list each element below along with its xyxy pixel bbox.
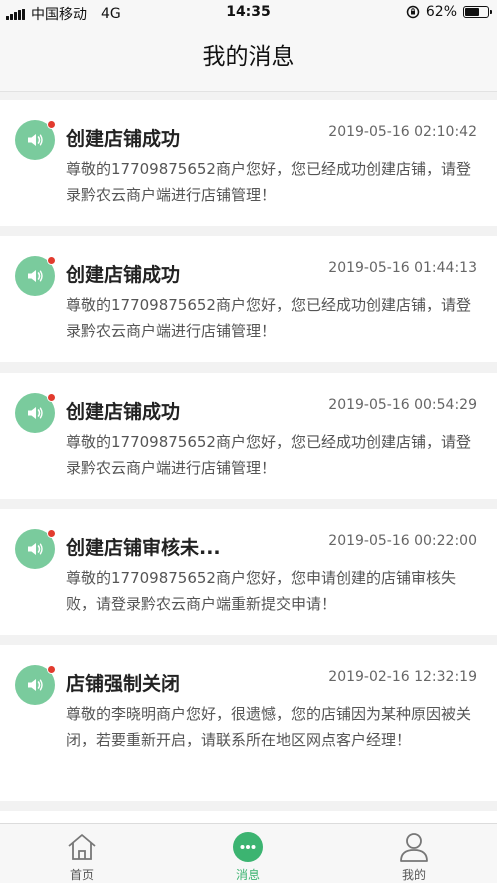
message-card[interactable]: 创建店铺成功 2019-05-16 01:44:13 尊敬的17709875652商… <box>0 236 497 362</box>
unread-dot <box>47 256 56 265</box>
message-time: 2019-05-16 00:54:29 <box>328 397 477 413</box>
status-bar: 中国移动 4G 14:35 62% <box>0 0 497 26</box>
message-time: 2019-05-16 01:44:13 <box>328 260 477 276</box>
unread-dot <box>47 529 56 538</box>
orientation-lock-icon <box>406 5 420 19</box>
status-right: 62% <box>406 4 492 20</box>
message-list[interactable]: 创建店铺成功 2019-05-16 02:10:42 尊敬的17709875652商… <box>0 92 497 823</box>
speaker-icon <box>28 543 43 555</box>
message-card[interactable]: 店铺强制关闭 2019-02-16 12:32:19 尊敬的李晓明商户您好，很遗憾，… <box>0 645 497 801</box>
message-body: 尊敬的17709875652商户您好，您申请创建的店铺审核失败，请登录黔农云商户… <box>66 569 456 613</box>
message-icon <box>15 529 56 569</box>
tab-messages[interactable]: 消息 <box>203 824 293 883</box>
speaker-icon <box>28 407 43 419</box>
home-icon <box>68 834 96 860</box>
page-title: 我的消息 <box>202 44 295 70</box>
speaker-icon <box>28 679 43 691</box>
message-title: 创建店铺审核未... <box>66 537 221 559</box>
message-card[interactable]: 创建店铺成功 2019-05-16 02:10:42 尊敬的17709875652商… <box>0 100 497 226</box>
user-icon <box>400 833 428 862</box>
unread-dot <box>47 120 56 129</box>
tab-home[interactable]: 首页 <box>37 824 127 883</box>
message-title: 创建店铺成功 <box>66 401 181 423</box>
speaker-icon <box>28 134 43 146</box>
chat-icon <box>233 832 263 862</box>
tab-home-label: 首页 <box>69 868 94 882</box>
message-time: 2019-02-16 12:32:19 <box>328 669 477 685</box>
tab-messages-label: 消息 <box>235 868 260 882</box>
message-body: 尊敬的李晓明商户您好，很遗憾，您的店铺因为某种原因被关闭，若要重新开启，请联系所… <box>66 705 472 749</box>
message-time: 2019-05-16 02:10:42 <box>328 124 477 140</box>
message-icon <box>15 665 56 705</box>
tab-profile-label: 我的 <box>401 868 426 882</box>
tab-bar: 首页 消息 我的 <box>0 823 497 883</box>
battery-icon <box>463 6 492 18</box>
title-bar: 我的消息 <box>0 26 497 92</box>
message-time: 2019-05-16 00:22:00 <box>328 533 477 549</box>
battery-percent: 62% <box>425 4 457 20</box>
unread-dot <box>47 393 56 402</box>
speaker-icon <box>28 270 43 282</box>
message-icon <box>15 120 56 160</box>
message-body: 尊敬的17709875652商户您好，您已经成功创建店铺，请登录黔农云商户端进行… <box>66 160 471 204</box>
message-body: 尊敬的17709875652商户您好，您已经成功创建店铺，请登录黔农云商户端进行… <box>66 296 471 340</box>
message-icon <box>15 393 56 433</box>
message-card[interactable]: 创建店铺审核未... 2019-05-16 00:22:00 尊敬的17709875… <box>0 509 497 635</box>
message-card[interactable]: 创建店铺成功 2019-05-16 00:54:29 尊敬的17709875652商… <box>0 373 497 499</box>
message-body: 尊敬的17709875652商户您好，您已经成功创建店铺，请登录黔农云商户端进行… <box>66 433 471 477</box>
message-title: 创建店铺成功 <box>66 128 181 150</box>
message-title: 店铺强制关闭 <box>66 673 181 695</box>
message-icon <box>15 256 56 296</box>
unread-dot <box>47 665 56 674</box>
message-title: 创建店铺成功 <box>66 264 181 286</box>
message-card-partial[interactable] <box>0 811 497 823</box>
tab-profile[interactable]: 我的 <box>369 824 459 883</box>
